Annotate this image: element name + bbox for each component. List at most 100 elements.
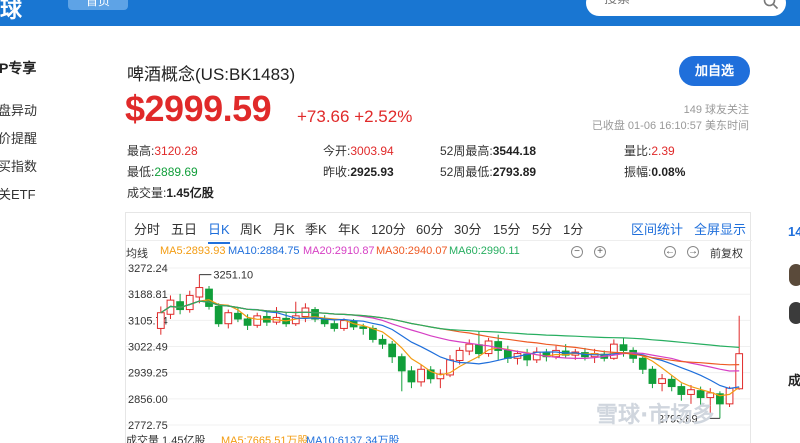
kline-chart-panel: 分时 五日 日K 周K 月K 季K 年K 120分 60分 30分 15分 5分… <box>125 212 752 443</box>
pan-right-icon[interactable]: → <box>687 246 699 258</box>
avatar[interactable] <box>789 264 800 286</box>
quote-value: 0.08% <box>651 165 686 179</box>
y-tick-label: 2939.25 <box>128 368 168 380</box>
tab-monthly-k[interactable]: 月K <box>273 219 295 238</box>
tab-yearly-k[interactable]: 年K <box>338 219 360 238</box>
right-sidebar-number: 14 <box>788 224 800 239</box>
candle-body <box>224 312 233 325</box>
tab-15min[interactable]: 15分 <box>493 219 520 238</box>
candle-body <box>330 323 339 329</box>
quote-label: 量比: <box>624 144 652 158</box>
ma60-value: MA60:2990.11 <box>449 245 520 257</box>
range-stats-link[interactable]: 区间统计 <box>631 219 683 238</box>
sidebar-item-unusual-moves[interactable]: 盘异动 <box>0 100 110 119</box>
tab-120min[interactable]: 120分 <box>371 219 406 238</box>
quote-open: 今开:3003.94 <box>323 142 394 159</box>
candle-body <box>687 389 695 395</box>
quote-52w-low: 52周最低:2793.89 <box>440 163 536 180</box>
quote-value: 2925.93 <box>350 165 394 179</box>
candle-body <box>552 349 560 358</box>
candle-body <box>253 315 262 326</box>
candle-body <box>619 344 628 351</box>
quote-value: 2.39 <box>651 144 675 158</box>
candle-body <box>378 338 387 345</box>
candle-body <box>205 288 213 307</box>
candle-body <box>388 343 397 358</box>
add-to-watchlist-button[interactable]: 加自选 <box>679 56 750 86</box>
high-annotation: 3251.10 <box>213 270 253 282</box>
tab-quarterly-k[interactable]: 季K <box>305 219 327 238</box>
tab-5min[interactable]: 5分 <box>532 219 552 238</box>
quote-row: 最高:3120.28 今开:3003.94 52周最高:3544.18 量比:2… <box>127 142 800 163</box>
tab-five-day[interactable]: 五日 <box>171 219 197 238</box>
fullscreen-link[interactable]: 全屏显示 <box>694 219 746 238</box>
follower-count[interactable]: 149 球友关注 <box>684 101 749 117</box>
moving-average-legend: 均线 MA5:2893.93 MA10:2884.75 MA20:2910.87… <box>126 243 752 261</box>
candlestick-chart[interactable]: 3272.243188.813105.743022.492939.252856.… <box>126 260 750 432</box>
search-box[interactable] <box>586 0 786 16</box>
right-sidebar-fragment: 14 成 <box>785 212 800 443</box>
y-tick-label: 3022.49 <box>128 342 168 354</box>
candle-body <box>475 344 483 355</box>
quote-volume-ratio: 量比:2.39 <box>624 142 675 159</box>
zoom-out-icon[interactable]: − <box>571 246 583 258</box>
top-navigation-bar: 球 首页 <box>0 0 800 26</box>
volume-label: 成交量 1.45亿股 <box>126 435 206 443</box>
candle-body <box>658 378 666 384</box>
current-price: $2999.59 <box>125 88 272 129</box>
quote-label: 振幅: <box>624 165 652 179</box>
quote-high: 最高:3120.28 <box>127 142 198 159</box>
adjust-mode-select[interactable]: 前复权 <box>710 245 743 261</box>
ma10-value: MA10:2884.75 <box>228 245 300 257</box>
avatar[interactable] <box>789 302 800 324</box>
tab-60min[interactable]: 60分 <box>416 219 443 238</box>
candle-body <box>725 387 734 405</box>
candle-body <box>195 287 204 298</box>
candle-body <box>667 378 676 388</box>
candle-body <box>156 312 165 329</box>
candle-body <box>609 343 618 359</box>
quote-label: 最低: <box>127 165 155 179</box>
candle-body <box>243 318 252 326</box>
y-tick-label: 3272.24 <box>128 263 168 275</box>
ma-label: 均线 <box>126 248 148 260</box>
pan-left-icon[interactable]: ← <box>664 246 676 258</box>
volume-ma10: MA10:6137.34万股 <box>306 435 400 443</box>
search-icon[interactable] <box>762 0 780 11</box>
sidebar-item-index[interactable]: 买指数 <box>0 156 110 175</box>
candle-body <box>638 357 647 370</box>
candle-body <box>648 368 657 384</box>
sidebar-item-etf[interactable]: 关ETF <box>0 184 110 203</box>
candle-body <box>320 319 329 325</box>
sidebar-item-price-alert[interactable]: 价提醒 <box>0 128 110 147</box>
quote-label: 昨收: <box>323 165 351 179</box>
quote-value: 1.45亿股 <box>166 186 214 200</box>
candle-body <box>214 305 223 325</box>
candle-body <box>176 301 184 311</box>
quote-low: 最低:2889.69 <box>127 163 198 180</box>
quote-label: 成交量: <box>127 186 167 200</box>
tab-intraday[interactable]: 分时 <box>134 219 160 238</box>
tab-1min[interactable]: 1分 <box>563 219 583 238</box>
y-tick-label: 3188.81 <box>128 289 168 301</box>
tab-30min[interactable]: 30分 <box>454 219 481 238</box>
quote-label: 52周最低: <box>440 165 493 179</box>
quote-value: 3120.28 <box>154 144 198 158</box>
candle-body <box>234 312 242 320</box>
tab-weekly-k[interactable]: 周K <box>240 219 262 238</box>
tab-daily-k[interactable]: 日K <box>208 219 230 244</box>
zoom-in-icon[interactable]: + <box>594 246 606 258</box>
home-button[interactable]: 首页 <box>68 0 128 10</box>
quote-value: 2889.69 <box>154 165 198 179</box>
quote-prev-close: 昨收:2925.93 <box>323 163 394 180</box>
ma30-value: MA30:2940.07 <box>376 245 448 257</box>
stock-title: 啤酒概念(US:BK1483) <box>127 65 296 84</box>
search-input[interactable] <box>604 0 734 6</box>
quote-label: 最高: <box>127 144 155 158</box>
quote-details: 最高:3120.28 今开:3003.94 52周最高:3544.18 量比:2… <box>127 142 800 205</box>
quote-row: 最低:2889.69 昨收:2925.93 52周最低:2793.89 振幅:0… <box>127 163 800 184</box>
ma20-value: MA20:2910.87 <box>303 245 375 257</box>
candle-body <box>455 349 464 361</box>
site-logo[interactable]: 球 <box>0 0 22 24</box>
price-change: +73.66 +2.52% <box>297 107 413 126</box>
